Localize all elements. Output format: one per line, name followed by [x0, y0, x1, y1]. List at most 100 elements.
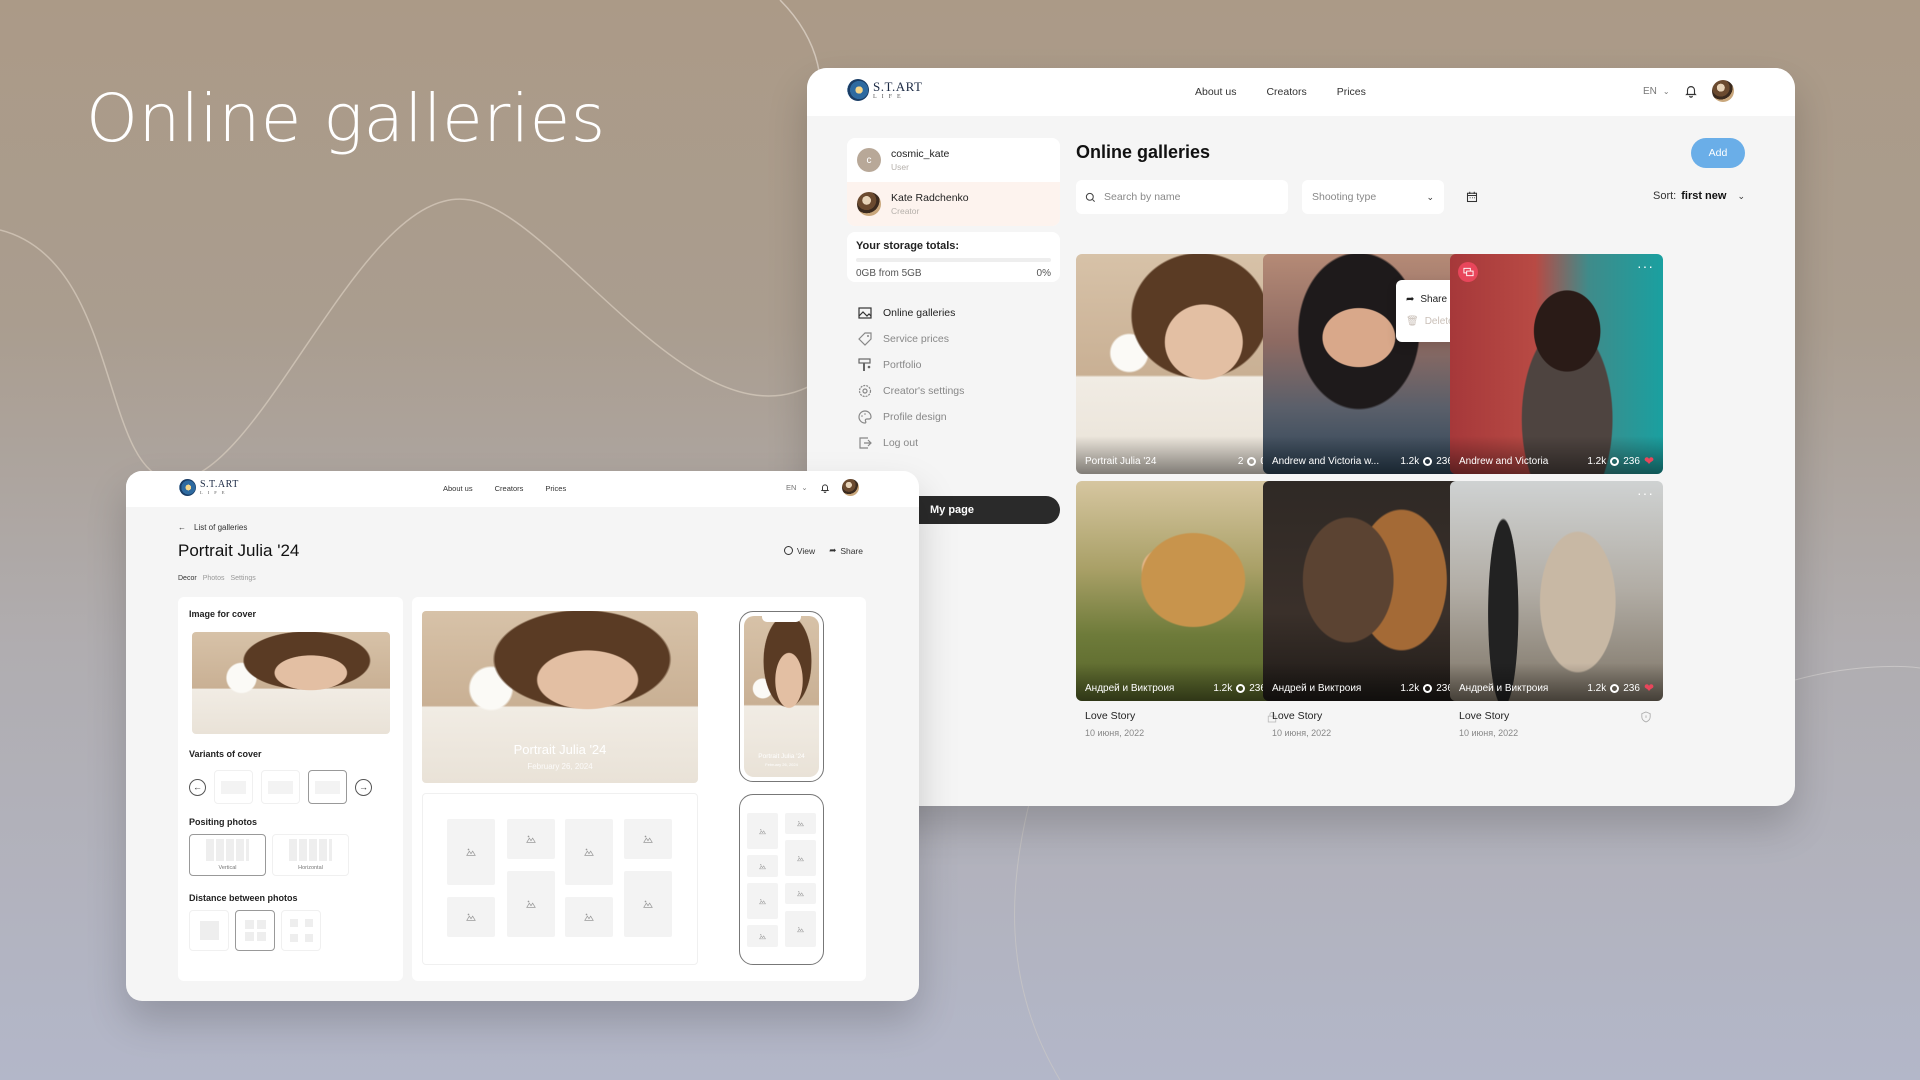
distance-medium-option[interactable]: [235, 910, 275, 951]
photo-placeholder: [565, 819, 613, 885]
nav-creators[interactable]: Creators: [495, 484, 524, 493]
gallery-card[interactable]: ··· Андрей и Виктроия 1.2k236❤ Love Stor…: [1076, 481, 1289, 738]
gallery-thumbnail[interactable]: ··· Андрей и Виктроия 1.2k236❤: [1450, 481, 1663, 701]
gallery-caption: Андрей и Виктроия: [1085, 683, 1175, 694]
sidebar-item-profile-design[interactable]: Profile design: [857, 404, 964, 430]
account-item-creator[interactable]: Kate Radchenko Creator: [847, 182, 1060, 226]
gallery-card[interactable]: ··· Андрей и Виктроия 1.2k236❤ Love Stor…: [1450, 481, 1663, 738]
nav-about-us[interactable]: About us: [443, 484, 473, 493]
sidebar-item-service-prices[interactable]: Service prices: [857, 326, 964, 352]
gallery-thumbnail[interactable]: ··· Andrew and Victoria 1.2k 236 ❤: [1450, 254, 1663, 474]
sidebar-item-log-out[interactable]: Log out: [857, 430, 964, 456]
views-count: 1.2k: [1587, 455, 1607, 467]
position-vertical-option[interactable]: Vertical: [189, 834, 266, 876]
tab-settings[interactable]: Settings: [230, 575, 255, 582]
language-selector[interactable]: EN ⌄: [1643, 86, 1670, 97]
desktop-photo-grid-preview: [422, 793, 698, 965]
sidebar-item-portfolio[interactable]: Portfolio: [857, 352, 964, 378]
nav-prices[interactable]: Prices: [545, 484, 566, 493]
preview-date: February 26, 2024: [527, 762, 593, 771]
cover-variants-carousel: ← →: [189, 770, 372, 804]
logo[interactable]: S.T.ART LIFE: [847, 79, 922, 101]
language-selector[interactable]: EN ⌄: [786, 483, 808, 492]
position-horizontal-option[interactable]: Horizontal: [272, 834, 349, 876]
image-placeholder-icon: [759, 933, 766, 939]
gallery-card[interactable]: ··· Andrew and Victoria 1.2k236❤ Love St…: [1450, 254, 1663, 511]
gallery-thumbnail[interactable]: ··· ➦Share 🗑Delete Andrew and Victoria w…: [1263, 254, 1476, 474]
distance-large-option[interactable]: [281, 910, 321, 951]
view-button[interactable]: View: [783, 545, 815, 556]
nav-about-us[interactable]: About us: [1195, 86, 1236, 98]
views-count: 1.2k: [1587, 682, 1607, 694]
account-avatar: [857, 192, 881, 216]
gallery-thumbnail[interactable]: ··· Андрей и Виктроия 1.2k236❤: [1076, 481, 1289, 701]
photo-placeholder: [747, 925, 778, 947]
bell-icon[interactable]: [820, 483, 830, 493]
share-label: Share: [840, 545, 863, 556]
sidebar-menu: Online galleries Service prices Portfoli…: [857, 300, 964, 456]
breadcrumb[interactable]: ← List of galleries: [178, 523, 247, 532]
eye-icon: [783, 546, 793, 555]
storage-title: Your storage totals:: [856, 240, 960, 252]
nav-prices[interactable]: Prices: [1337, 86, 1366, 98]
editor-tabs: Decor Photos Settings: [178, 575, 256, 582]
date-filter-button[interactable]: [1455, 180, 1489, 214]
shooting-type-select[interactable]: Shooting type ⌄: [1302, 180, 1444, 214]
cover-variant-selected[interactable]: [308, 770, 347, 804]
add-gallery-button[interactable]: Add: [1691, 138, 1745, 168]
share-button[interactable]: ➦ Share: [829, 545, 863, 556]
gallery-card[interactable]: ··· Андрей и Виктроия 1.2k236❤ Love Stor…: [1263, 481, 1476, 738]
gallery-caption: Андрей и Виктроия: [1272, 683, 1362, 694]
sort-dropdown[interactable]: Sort: first new ⌄: [1653, 190, 1745, 202]
gallery-card[interactable]: ··· ➦Share 🗑Delete Andrew and Victoria w…: [1263, 254, 1476, 511]
photo-placeholder: [507, 871, 555, 937]
arrow-right-icon[interactable]: →: [355, 778, 372, 796]
nav-creators[interactable]: Creators: [1266, 86, 1306, 98]
gallery-thumbnail[interactable]: ··· Андрей и Виктроия 1.2k236❤: [1263, 481, 1476, 701]
desktop-cover-preview: Portrait Julia '24 February 26, 2024: [422, 611, 698, 783]
sort-value: first new: [1681, 190, 1727, 202]
arrow-left-icon[interactable]: ←: [189, 778, 206, 796]
gallery-thumbnail[interactable]: ··· Portrait Julia '24 20❤: [1076, 254, 1289, 474]
user-avatar[interactable]: [1711, 80, 1734, 102]
bell-icon[interactable]: [1684, 84, 1698, 98]
shooting-type-value: Shooting type: [1312, 191, 1377, 203]
cover-variant[interactable]: [261, 770, 300, 804]
photo-placeholder: [785, 813, 816, 834]
user-avatar[interactable]: [841, 479, 859, 496]
distance-small-option[interactable]: [189, 910, 229, 951]
context-share-label: Share: [1420, 293, 1448, 305]
sidebar-item-label: Profile design: [883, 411, 947, 423]
gallery-editor-window: S.T.ART LIFE About us Creators Prices EN…: [126, 471, 919, 1001]
logo[interactable]: S.T.ART LIFE: [179, 479, 239, 496]
photo-placeholder: [747, 813, 778, 849]
main-nav: About us Creators Prices: [1195, 86, 1366, 98]
likes-count: 236: [1623, 455, 1640, 467]
arrow-left-icon: ←: [178, 523, 186, 532]
search-icon: [1085, 192, 1095, 202]
sidebar-item-online-galleries[interactable]: Online galleries: [857, 300, 964, 326]
more-options-icon[interactable]: ···: [1637, 485, 1654, 501]
more-options-icon[interactable]: ···: [1637, 258, 1654, 274]
likes-count: 236: [1623, 682, 1640, 694]
image-placeholder-icon: [797, 891, 804, 897]
logo-name: S.T.ART: [200, 478, 239, 490]
photo-placeholder: [565, 897, 613, 937]
gallery-type: Love Story: [1459, 710, 1510, 722]
sidebar-item-creators-settings[interactable]: Creator's settings: [857, 378, 964, 404]
tab-decor[interactable]: Decor: [178, 575, 197, 582]
cover-image[interactable]: [192, 632, 390, 734]
tab-photos[interactable]: Photos: [203, 575, 225, 582]
account-item-user[interactable]: c cosmic_kate User: [847, 138, 1060, 182]
account-switcher: c cosmic_kate User Kate Radchenko Creator: [847, 138, 1060, 226]
gallery-type: Love Story: [1085, 710, 1136, 722]
gallery-card[interactable]: ··· Portrait Julia '24 20❤ Portrait Febr…: [1076, 254, 1289, 511]
gallery-title: Portrait Julia '24: [178, 541, 300, 560]
search-input[interactable]: Search by name: [1076, 180, 1288, 214]
cover-variant[interactable]: [214, 770, 253, 804]
variants-of-cover-label: Variants of cover: [189, 749, 262, 759]
search-placeholder: Search by name: [1104, 191, 1181, 203]
position-label: Horizontal: [298, 865, 323, 871]
comments-badge-icon[interactable]: [1458, 262, 1478, 282]
sidebar-item-label: Service prices: [883, 333, 949, 345]
